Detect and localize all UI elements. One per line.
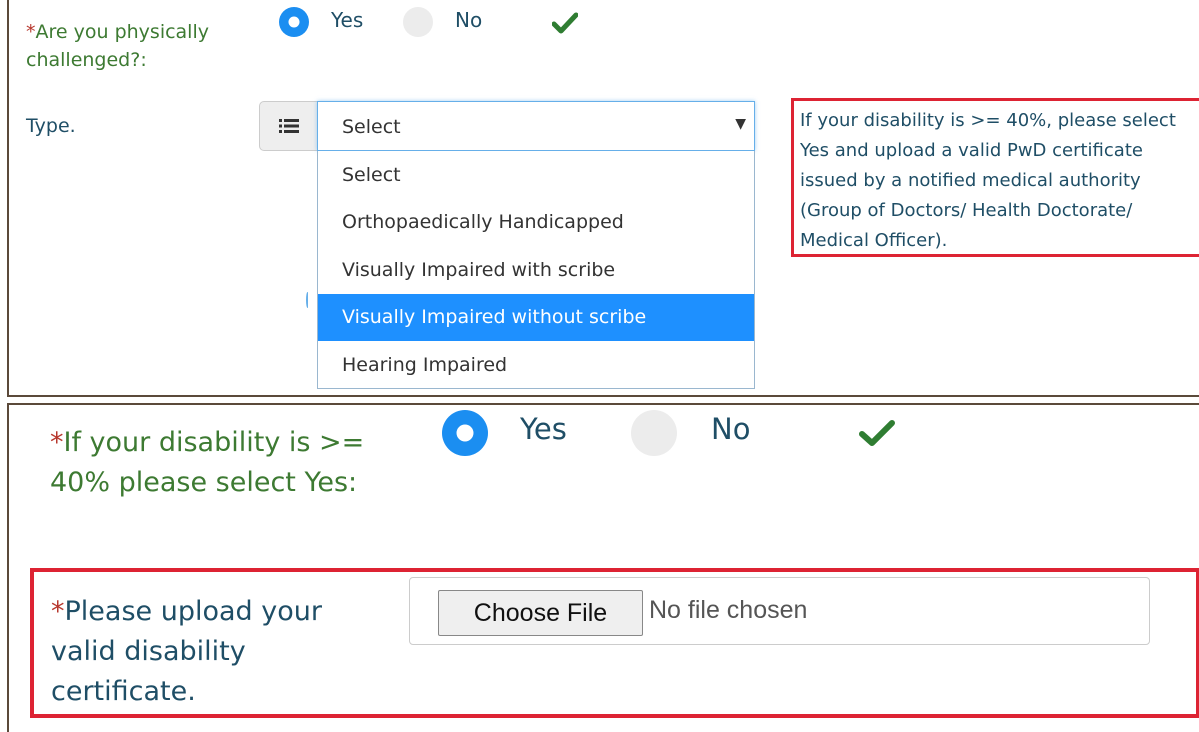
type-select[interactable]: Select ▼ [317, 101, 755, 151]
physically-challenged-yes-radio[interactable] [279, 7, 309, 37]
physically-challenged-section: *Are you physically challenged?: Yes No … [7, 0, 1199, 397]
dropdown-option[interactable]: Select [318, 151, 754, 199]
disability-40-no-label[interactable]: No [711, 412, 750, 446]
required-asterisk: * [26, 21, 36, 43]
checkmark-icon [552, 12, 578, 34]
disability-certificate-section: *If your disability is >= 40% please sel… [7, 403, 1199, 732]
disability-40-yes-radio[interactable] [442, 410, 488, 456]
disability-info-note: If your disability is >= 40%, please sel… [791, 98, 1199, 257]
dropdown-option[interactable]: Orthopaedically Handicapped [318, 199, 754, 247]
disability-40-yes-label[interactable]: Yes [520, 412, 567, 446]
physically-challenged-no-label[interactable]: No [455, 8, 482, 32]
certificate-upload-label: Please upload your valid disability cert… [51, 596, 322, 707]
type-select-value: Select [342, 116, 401, 138]
certificate-upload-highlight: *Please upload your valid disability cer… [30, 568, 1199, 718]
disability-40-no-radio[interactable] [631, 410, 677, 456]
required-asterisk: * [51, 596, 65, 627]
physically-challenged-question: *Are you physically challenged?: [26, 18, 256, 74]
dropdown-option-highlighted[interactable]: Visually Impaired without scribe [318, 293, 754, 341]
list-icon [279, 119, 299, 133]
type-label: Type. [26, 115, 76, 137]
dropdown-option[interactable]: Visually Impaired with scribe [318, 246, 754, 294]
physically-challenged-no-radio[interactable] [403, 7, 433, 37]
type-addon [259, 101, 319, 151]
certificate-file-input[interactable]: Choose File No file chosen [409, 577, 1150, 645]
disability-40-label: If your disability is >= 40% please sele… [50, 427, 365, 498]
dropdown-option[interactable]: Hearing Impaired [318, 341, 754, 389]
physically-challenged-yes-label[interactable]: Yes [331, 8, 363, 32]
checkmark-icon [859, 420, 895, 446]
type-dropdown-list[interactable]: Select Orthopaedically Handicapped Visua… [317, 151, 755, 389]
physically-challenged-label: Are you physically challenged?: [26, 21, 209, 71]
caret-down-icon: ▼ [735, 116, 746, 132]
partial-radio-edge [306, 292, 309, 308]
choose-file-button[interactable]: Choose File [438, 590, 643, 636]
certificate-upload-question: *Please upload your valid disability cer… [51, 592, 391, 712]
file-status-text: No file chosen [649, 596, 808, 624]
required-asterisk: * [50, 427, 64, 458]
disability-40-question: *If your disability is >= 40% please sel… [50, 423, 370, 503]
